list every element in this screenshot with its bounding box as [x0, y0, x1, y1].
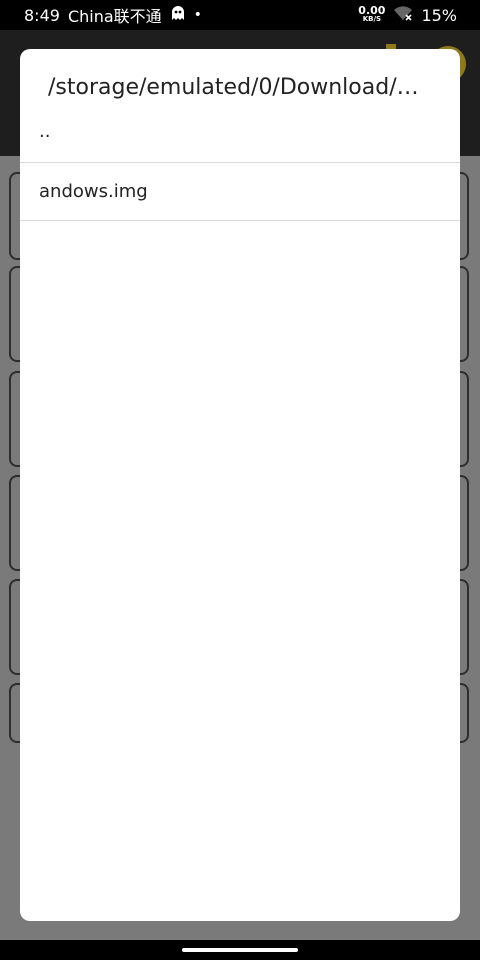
list-item-label: andows.img [39, 181, 148, 202]
screen: 8:49 China联不通 • 0.00 KB/S 15% /storage/e… [0, 0, 480, 960]
status-left: 8:49 China联不通 • [0, 3, 202, 27]
net-speed-unit: KB/S [362, 15, 382, 23]
list-item-file[interactable]: andows.img [20, 163, 460, 221]
file-picker-dialog: /storage/emulated/0/Download/… .. andows… [20, 49, 460, 921]
status-carrier: China联不通 [67, 7, 162, 26]
list-item-parent-directory[interactable]: .. [20, 109, 460, 163]
net-speed-value: 0.00 [358, 4, 386, 17]
status-bar: 8:49 China联不通 • 0.00 KB/S 15% [0, 0, 480, 30]
status-right: 0.00 KB/S 15% [358, 5, 480, 25]
net-speed: 0.00 KB/S [358, 4, 386, 23]
status-time: 8:49 [24, 5, 60, 25]
list-item-label: .. [39, 121, 51, 142]
wifi-off-icon [393, 5, 413, 25]
notification-dot: • [193, 7, 202, 23]
gesture-handle[interactable] [182, 948, 298, 952]
dialog-title-path: /storage/emulated/0/Download/… [48, 75, 419, 100]
file-list: .. andows.img [20, 109, 460, 221]
battery-level: 15% [421, 5, 457, 25]
ghost-icon [170, 5, 186, 25]
